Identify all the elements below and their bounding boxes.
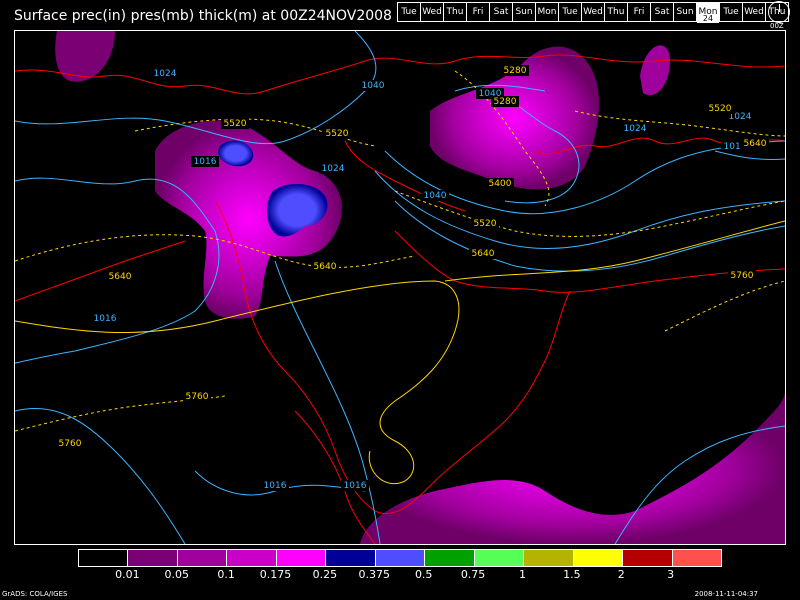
day-mon[interactable]: Mon xyxy=(535,2,559,22)
pressure-contour-label: 1040 xyxy=(362,81,385,91)
pressure-contour-label: 1024 xyxy=(154,69,177,79)
thickness-contour-label: 5640 xyxy=(472,249,495,259)
legend-swatch xyxy=(425,550,475,566)
pressure-contour-label: 1024 xyxy=(624,124,647,134)
day-sat[interactable]: Sat xyxy=(489,2,513,22)
weather-map: 1024 1016 1024 1040 1040 1024 1016 1016 1016 1016… xyxy=(14,30,786,545)
legend-tick-label: 2 xyxy=(617,568,625,581)
precip-area-south xyxy=(360,391,785,544)
thickness-contour-label: 5640 xyxy=(314,262,337,272)
day-wed[interactable]: Wed xyxy=(581,2,605,22)
coastlines xyxy=(15,54,785,544)
legend-swatch xyxy=(79,550,129,566)
legend-tick-label: 0.01 xyxy=(115,568,140,581)
legend-tick-label: 0.1 xyxy=(217,568,235,581)
precip-legend-ticks: 0.01 0.05 0.1 0.175 0.25 0.375 0.5 0.75 1 1.5 2 3 xyxy=(78,568,722,581)
precip-area-far-northeast xyxy=(640,45,670,96)
weather-map-svg: 1024101610241040104010241016101610161016… xyxy=(15,31,785,544)
legend-swatch xyxy=(573,550,624,566)
legend-swatch xyxy=(326,550,376,566)
thickness-contour-label: 5760 xyxy=(59,439,82,449)
thickness-contour-label: 5400 xyxy=(489,179,512,189)
day-mon[interactable]: Mon 24 xyxy=(696,2,720,23)
precip-legend xyxy=(78,549,722,567)
legend-tick-label: 0.175 xyxy=(259,568,292,581)
legend-tick-label: 1 xyxy=(518,568,526,581)
legend-swatch xyxy=(672,550,722,566)
legend-tick-label: 0.75 xyxy=(460,568,486,581)
legend-swatch xyxy=(177,550,228,566)
thickness-contour-label: 5760 xyxy=(731,271,754,281)
legend-swatch xyxy=(128,550,178,566)
legend-swatch xyxy=(227,550,277,566)
thickness-contour-label: 5520 xyxy=(326,129,349,139)
day-sat[interactable]: Sat xyxy=(650,2,674,22)
thickness-contour-label: 5760 xyxy=(186,392,209,402)
thickness-contour-label: 5280 xyxy=(504,66,527,76)
day-tue[interactable]: Tue xyxy=(397,2,421,22)
legend-tick-label: 0.375 xyxy=(358,568,391,581)
thickness-contour-label: 5280 xyxy=(494,97,517,107)
clock-icon xyxy=(768,1,790,23)
thickness-contour-label: 5520 xyxy=(709,104,732,114)
pressure-contour-label: 1016 xyxy=(344,481,367,491)
current-day-number: 24 xyxy=(697,14,719,23)
day-tue[interactable]: Tue xyxy=(719,2,743,22)
contour-labels: 1024101610241040104010241016101610161016… xyxy=(56,65,769,491)
day-sun[interactable]: Sun xyxy=(512,2,536,22)
legend-swatch xyxy=(623,550,673,566)
day-sun[interactable]: Sun xyxy=(673,2,697,22)
footer-credit: GrADS: COLA/IGES xyxy=(2,590,68,598)
day-selector: Tue Wed Thu Fri Sat Sun Mon Tue Wed Thu Fri Sat Sun M… xyxy=(397,2,789,23)
thickness-contour-label: 5640 xyxy=(109,272,132,282)
thickness-contour-label: 5520 xyxy=(224,119,247,129)
legend-tick-label: 0.5 xyxy=(414,568,433,581)
pressure-contour-label: 1016 xyxy=(194,157,217,167)
pressure-contour-label: 1040 xyxy=(424,191,447,201)
pressure-contour-label: 1024 xyxy=(322,164,345,174)
day-fri[interactable]: Fri xyxy=(466,2,490,22)
pressure-contour-label: 1016 xyxy=(94,314,117,324)
map-title: Surface prec(in) pres(mb) thick(m) at 00… xyxy=(14,8,392,24)
day-thu[interactable]: Thu xyxy=(443,2,467,22)
legend-swatch xyxy=(375,550,426,566)
legend-tick-label: 0.25 xyxy=(312,568,338,581)
legend-tick-label: 0.05 xyxy=(164,568,190,581)
thickness-contour-label: 5640 xyxy=(744,139,767,149)
legend-tick-label: 3 xyxy=(667,568,675,581)
legend-swatch xyxy=(276,550,327,566)
thickness-contour-label: 5520 xyxy=(474,219,497,229)
day-wed[interactable]: Wed xyxy=(742,2,766,22)
day-wed[interactable]: Wed xyxy=(420,2,444,22)
legend-swatch xyxy=(524,550,574,566)
day-fri[interactable]: Fri xyxy=(627,2,651,22)
precipitation-areas xyxy=(55,31,785,544)
pressure-contours xyxy=(15,31,785,544)
day-tue[interactable]: Tue xyxy=(558,2,582,22)
legend-swatch xyxy=(474,550,525,566)
footer-timestamp: 2008-11-11-04:37 xyxy=(694,590,758,598)
pressure-contour-label: 1016 xyxy=(264,481,287,491)
legend-tick-label: 1.5 xyxy=(563,568,581,581)
day-thu[interactable]: Thu xyxy=(604,2,628,22)
clock-label: 00Z xyxy=(770,22,784,30)
